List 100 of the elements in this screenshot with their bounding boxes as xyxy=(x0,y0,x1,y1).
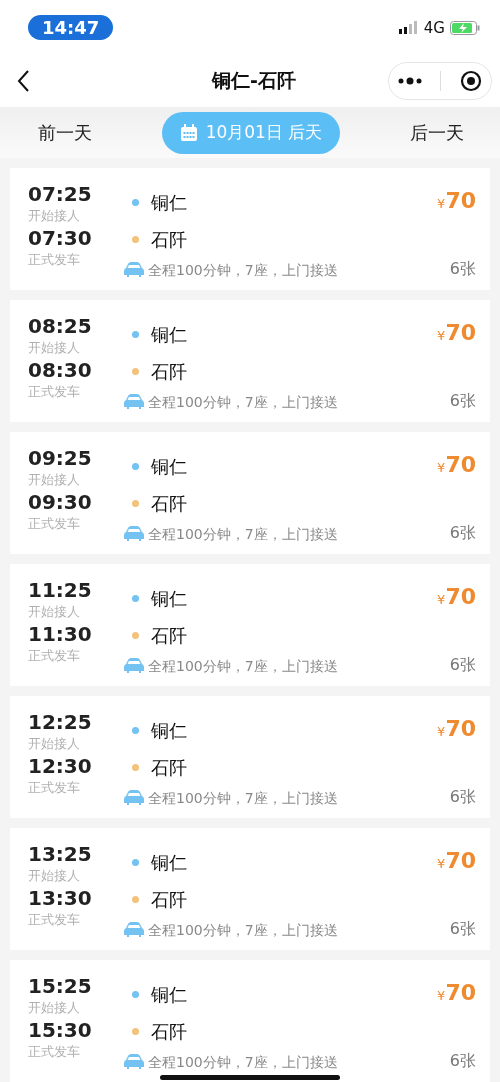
seats-left: 6张 xyxy=(449,787,476,808)
car-icon xyxy=(124,1054,144,1070)
destination-dot-icon xyxy=(132,368,139,375)
pickup-time: 12:25 xyxy=(28,710,93,734)
trip-info: 全程100分钟，7座，上门接送 xyxy=(148,1054,338,1070)
departure-label: 正式发车 xyxy=(28,779,81,797)
origin-name: 铜仁 xyxy=(151,850,187,875)
origin-dot-icon xyxy=(132,463,139,470)
trip-info: 全程100分钟，7座，上门接送 xyxy=(148,790,338,806)
departure-label: 正式发车 xyxy=(28,911,81,929)
trip-card[interactable]: 12:25 开始接人 12:30 正式发车 铜仁 石阡 全程100分钟，7座，上门接送 ¥70 6张 xyxy=(10,696,490,818)
departure-label: 正式发车 xyxy=(28,383,81,401)
seats-left: 6张 xyxy=(449,391,476,412)
origin-dot-icon xyxy=(132,859,139,866)
close-target-icon[interactable] xyxy=(459,70,482,92)
seats-left: 6张 xyxy=(449,655,476,676)
destination-dot-icon xyxy=(132,236,139,243)
pickup-time: 07:25 xyxy=(28,182,93,206)
destination-dot-icon xyxy=(132,896,139,903)
departure-label: 正式发车 xyxy=(28,1043,81,1061)
car-icon xyxy=(124,790,144,806)
origin-name: 铜仁 xyxy=(151,322,187,347)
pickup-label: 开始接人 xyxy=(28,471,81,489)
currency-symbol: ¥ xyxy=(437,328,446,343)
car-icon xyxy=(124,394,144,410)
trip-info: 全程100分钟，7座，上门接送 xyxy=(148,658,338,674)
previous-day-link[interactable]: 前一天 xyxy=(38,120,92,145)
pickup-label: 开始接人 xyxy=(28,603,81,621)
pickup-label: 开始接人 xyxy=(28,999,81,1017)
destination-name: 石阡 xyxy=(151,887,187,912)
pickup-time: 11:25 xyxy=(28,578,93,602)
pickup-label: 开始接人 xyxy=(28,735,81,753)
departure-time: 07:30 xyxy=(28,226,93,250)
currency-symbol: ¥ xyxy=(437,196,446,211)
currency-symbol: ¥ xyxy=(437,724,446,739)
currency-symbol: ¥ xyxy=(437,460,446,475)
trip-info: 全程100分钟，7座，上门接送 xyxy=(148,262,338,278)
destination-dot-icon xyxy=(132,632,139,639)
calendar-icon xyxy=(179,123,198,142)
status-time: 14:47 xyxy=(28,15,114,40)
destination-dot-icon xyxy=(132,1028,139,1035)
price: 70 xyxy=(445,980,476,1005)
more-icon[interactable] xyxy=(398,77,423,85)
origin-dot-icon xyxy=(132,991,139,998)
battery-icon xyxy=(450,20,480,35)
trip-card[interactable]: 11:25 开始接人 11:30 正式发车 铜仁 石阡 全程100分钟，7座，上门接送 ¥70 6张 xyxy=(10,564,490,686)
price: 70 xyxy=(445,452,476,477)
trip-card[interactable]: 15:25 开始接人 15:30 正式发车 铜仁 石阡 全程100分钟，7座，上门接送 ¥70 6张 xyxy=(10,960,490,1082)
car-icon xyxy=(124,922,144,938)
destination-name: 石阡 xyxy=(151,227,187,252)
pickup-time: 09:25 xyxy=(28,446,93,470)
trip-card[interactable]: 09:25 开始接人 09:30 正式发车 铜仁 石阡 全程100分钟，7座，上门接送 ¥70 6张 xyxy=(10,432,490,554)
pickup-label: 开始接人 xyxy=(28,207,81,225)
seats-left: 6张 xyxy=(449,919,476,940)
page-title: 铜仁-石阡 xyxy=(212,68,296,93)
origin-name: 铜仁 xyxy=(151,718,187,743)
trip-info: 全程100分钟，7座，上门接送 xyxy=(148,526,338,542)
origin-dot-icon xyxy=(132,199,139,206)
pickup-time: 13:25 xyxy=(28,842,93,866)
currency-symbol: ¥ xyxy=(437,988,446,1003)
next-day-link[interactable]: 后一天 xyxy=(410,120,464,145)
seats-left: 6张 xyxy=(449,259,476,280)
trip-card[interactable]: 07:25 开始接人 07:30 正式发车 铜仁 石阡 全程100分钟，7座，上门接送 ¥70 6张 xyxy=(10,168,490,290)
signal-icon xyxy=(398,21,419,34)
price: 70 xyxy=(445,188,476,213)
departure-time: 12:30 xyxy=(28,754,93,778)
departure-time: 15:30 xyxy=(28,1018,93,1042)
departure-label: 正式发车 xyxy=(28,515,81,533)
destination-name: 石阡 xyxy=(151,623,187,648)
pickup-time: 15:25 xyxy=(28,974,93,998)
departure-label: 正式发车 xyxy=(28,251,81,269)
destination-dot-icon xyxy=(132,500,139,507)
destination-name: 石阡 xyxy=(151,1019,187,1044)
destination-dot-icon xyxy=(132,764,139,771)
car-icon xyxy=(124,526,144,542)
price: 70 xyxy=(445,320,476,345)
departure-label: 正式发车 xyxy=(28,647,81,665)
origin-dot-icon xyxy=(132,595,139,602)
currency-symbol: ¥ xyxy=(437,856,446,871)
destination-name: 石阡 xyxy=(151,755,187,780)
seats-left: 6张 xyxy=(449,523,476,544)
price: 70 xyxy=(445,716,476,741)
back-icon[interactable] xyxy=(16,69,30,93)
price: 70 xyxy=(445,848,476,873)
origin-dot-icon xyxy=(132,727,139,734)
car-icon xyxy=(124,262,144,278)
destination-name: 石阡 xyxy=(151,491,187,516)
departure-time: 09:30 xyxy=(28,490,93,514)
trip-info: 全程100分钟，7座，上门接送 xyxy=(148,394,338,410)
trip-card[interactable]: 13:25 开始接人 13:30 正式发车 铜仁 石阡 全程100分钟，7座，上门接送 ¥70 6张 xyxy=(10,828,490,950)
network-label: 4G xyxy=(423,18,445,37)
pickup-time: 08:25 xyxy=(28,314,93,338)
origin-name: 铜仁 xyxy=(151,982,187,1007)
destination-name: 石阡 xyxy=(151,359,187,384)
origin-dot-icon xyxy=(132,331,139,338)
car-icon xyxy=(124,658,144,674)
origin-name: 铜仁 xyxy=(151,586,187,611)
departure-time: 11:30 xyxy=(28,622,93,646)
trip-card[interactable]: 08:25 开始接人 08:30 正式发车 铜仁 石阡 全程100分钟，7座，上门接送 ¥70 6张 xyxy=(10,300,490,422)
origin-name: 铜仁 xyxy=(151,190,187,215)
